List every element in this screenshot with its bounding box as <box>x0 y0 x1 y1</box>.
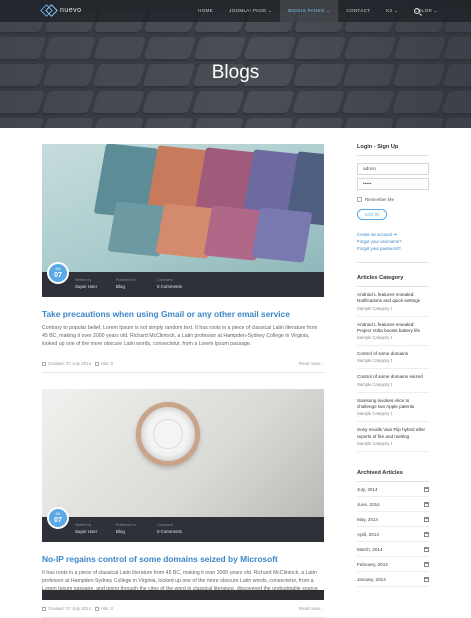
blog-list: JUL 07 Written by Super User Published i… <box>42 144 324 618</box>
post-footer: Created: 07 July 2014 Hits: 0 Read more.… <box>42 359 324 373</box>
login-button[interactable]: LOG IN <box>357 209 387 220</box>
post-created: Created: 07 July 2014 <box>48 361 91 366</box>
forgot-username-link[interactable]: Forgot your username? <box>357 238 429 245</box>
archive-item[interactable]: July, 2014 <box>357 482 429 497</box>
article-item[interactable]: Android L features revealed: Project Vol… <box>357 317 429 347</box>
post-image-partial[interactable] <box>42 590 324 600</box>
logo-text: nuevo <box>60 6 82 14</box>
page-title: Blogs <box>211 62 260 83</box>
create-account-link[interactable]: Create an account ➔ <box>357 231 429 238</box>
login-title: Login - Sign Up <box>357 144 399 150</box>
search-icon[interactable] <box>414 8 420 14</box>
post-meta-bar: JUL 07 Written by Super User Published i… <box>42 262 324 297</box>
meta-comments: Comment 0 Comments <box>157 278 182 289</box>
calendar-icon <box>42 606 46 611</box>
top-navbar: nuevo HOME JOOMLA! PAGE ⌄ BONUS PAGES ⌄ … <box>0 0 471 22</box>
article-item[interactable]: Android L features revealed: Notificatio… <box>357 287 429 317</box>
logo-icon <box>42 5 56 15</box>
post-created: Created: 07 July 2014 <box>48 606 91 611</box>
article-item[interactable]: Samsung invokes Alice to challenge two A… <box>357 393 429 423</box>
post-image-ui-cards[interactable] <box>42 144 324 272</box>
calendar-icon <box>424 531 429 537</box>
meta-category: Published in Blog <box>116 278 136 289</box>
username-input[interactable]: admin <box>357 163 429 175</box>
blog-post: JUL 07 Written by Super User Published i… <box>42 389 324 618</box>
menu-item-bonus-pages[interactable]: BONUS PAGES ⌄ <box>280 0 339 22</box>
post-footer: Created: 07 July 2014 Hits: 0 Read more.… <box>42 604 324 618</box>
meta-author: Written by Super User <box>75 523 98 534</box>
post-title[interactable]: Take precautions when using Gmail or any… <box>42 309 324 320</box>
article-item[interactable]: Sony recalls Vaio Flip hybrid after repo… <box>357 422 429 452</box>
date-badge: JUL 07 <box>47 262 69 284</box>
meta-comments: Comment 0 Comments <box>157 523 182 534</box>
article-item[interactable]: Control of some domains Sample Category … <box>357 346 429 370</box>
home-button-ring <box>136 402 200 466</box>
login-links: Create an account ➔ Forgot your username… <box>357 231 429 252</box>
forgot-password-link[interactable]: Forgot your password? <box>357 245 429 252</box>
sidebar: Login - Sign Up admin ••••• Remember Me … <box>357 144 429 587</box>
archive-item[interactable]: January, 2014 <box>357 572 429 587</box>
calendar-icon <box>424 576 429 582</box>
calendar-icon <box>424 546 429 552</box>
read-more-link[interactable]: Read more... <box>299 606 324 611</box>
site-logo[interactable]: nuevo <box>42 5 82 15</box>
date-badge: JUL 07 <box>47 507 69 529</box>
calendar-icon <box>424 501 429 507</box>
article-item[interactable]: Control of some domains seized Sample Ca… <box>357 369 429 393</box>
post-image-phone-button[interactable] <box>42 389 324 517</box>
page-header: nuevo HOME JOOMLA! PAGE ⌄ BONUS PAGES ⌄ … <box>0 0 471 128</box>
calendar-icon <box>42 361 46 366</box>
menu-item-color[interactable]: COLOR ⌄ <box>406 0 446 22</box>
password-input[interactable]: ••••• <box>357 178 429 190</box>
post-meta-bar: JUL 07 Written by Super User Published i… <box>42 507 324 542</box>
remember-checkbox[interactable] <box>357 197 362 202</box>
post-title[interactable]: No-IP regains control of some domains se… <box>42 554 324 565</box>
post-hits: Hits: 0 <box>100 606 114 611</box>
calendar-icon <box>424 486 429 492</box>
menu-item-home[interactable]: HOME <box>190 0 221 22</box>
calendar-icon <box>424 516 429 522</box>
menu-item-joomla-page[interactable]: JOOMLA! PAGE ⌄ <box>221 0 280 22</box>
archive-item[interactable]: February, 2014 <box>357 557 429 572</box>
archived-articles-title: Archived Articles <box>357 469 403 476</box>
archive-item[interactable]: June, 2014 <box>357 497 429 512</box>
post-excerpt: Contrary to popular belief, Lorem Ipsum … <box>42 325 318 347</box>
menu-item-contact[interactable]: CONTACT <box>338 0 378 22</box>
eye-icon <box>94 361 99 366</box>
meta-category: Published in Blog <box>116 523 136 534</box>
blog-post: JUL 07 Written by Super User Published i… <box>42 144 324 373</box>
meta-author: Written by Super User <box>75 278 98 289</box>
post-hits: Hits: 0 <box>100 361 114 366</box>
read-more-link[interactable]: Read more... <box>299 361 324 366</box>
archive-item[interactable]: May, 2014 <box>357 512 429 527</box>
calendar-icon <box>424 561 429 567</box>
archive-item[interactable]: April, 2014 <box>357 527 429 542</box>
archive-item[interactable]: March, 2014 <box>357 542 429 557</box>
articles-category-title: Articles Category <box>357 275 404 281</box>
main-menu: HOME JOOMLA! PAGE ⌄ BONUS PAGES ⌄ CONTAC… <box>190 0 446 22</box>
menu-item-k2[interactable]: K2 ⌄ <box>378 0 406 22</box>
eye-icon <box>94 606 99 611</box>
remember-me[interactable]: Remember Me <box>357 197 429 202</box>
